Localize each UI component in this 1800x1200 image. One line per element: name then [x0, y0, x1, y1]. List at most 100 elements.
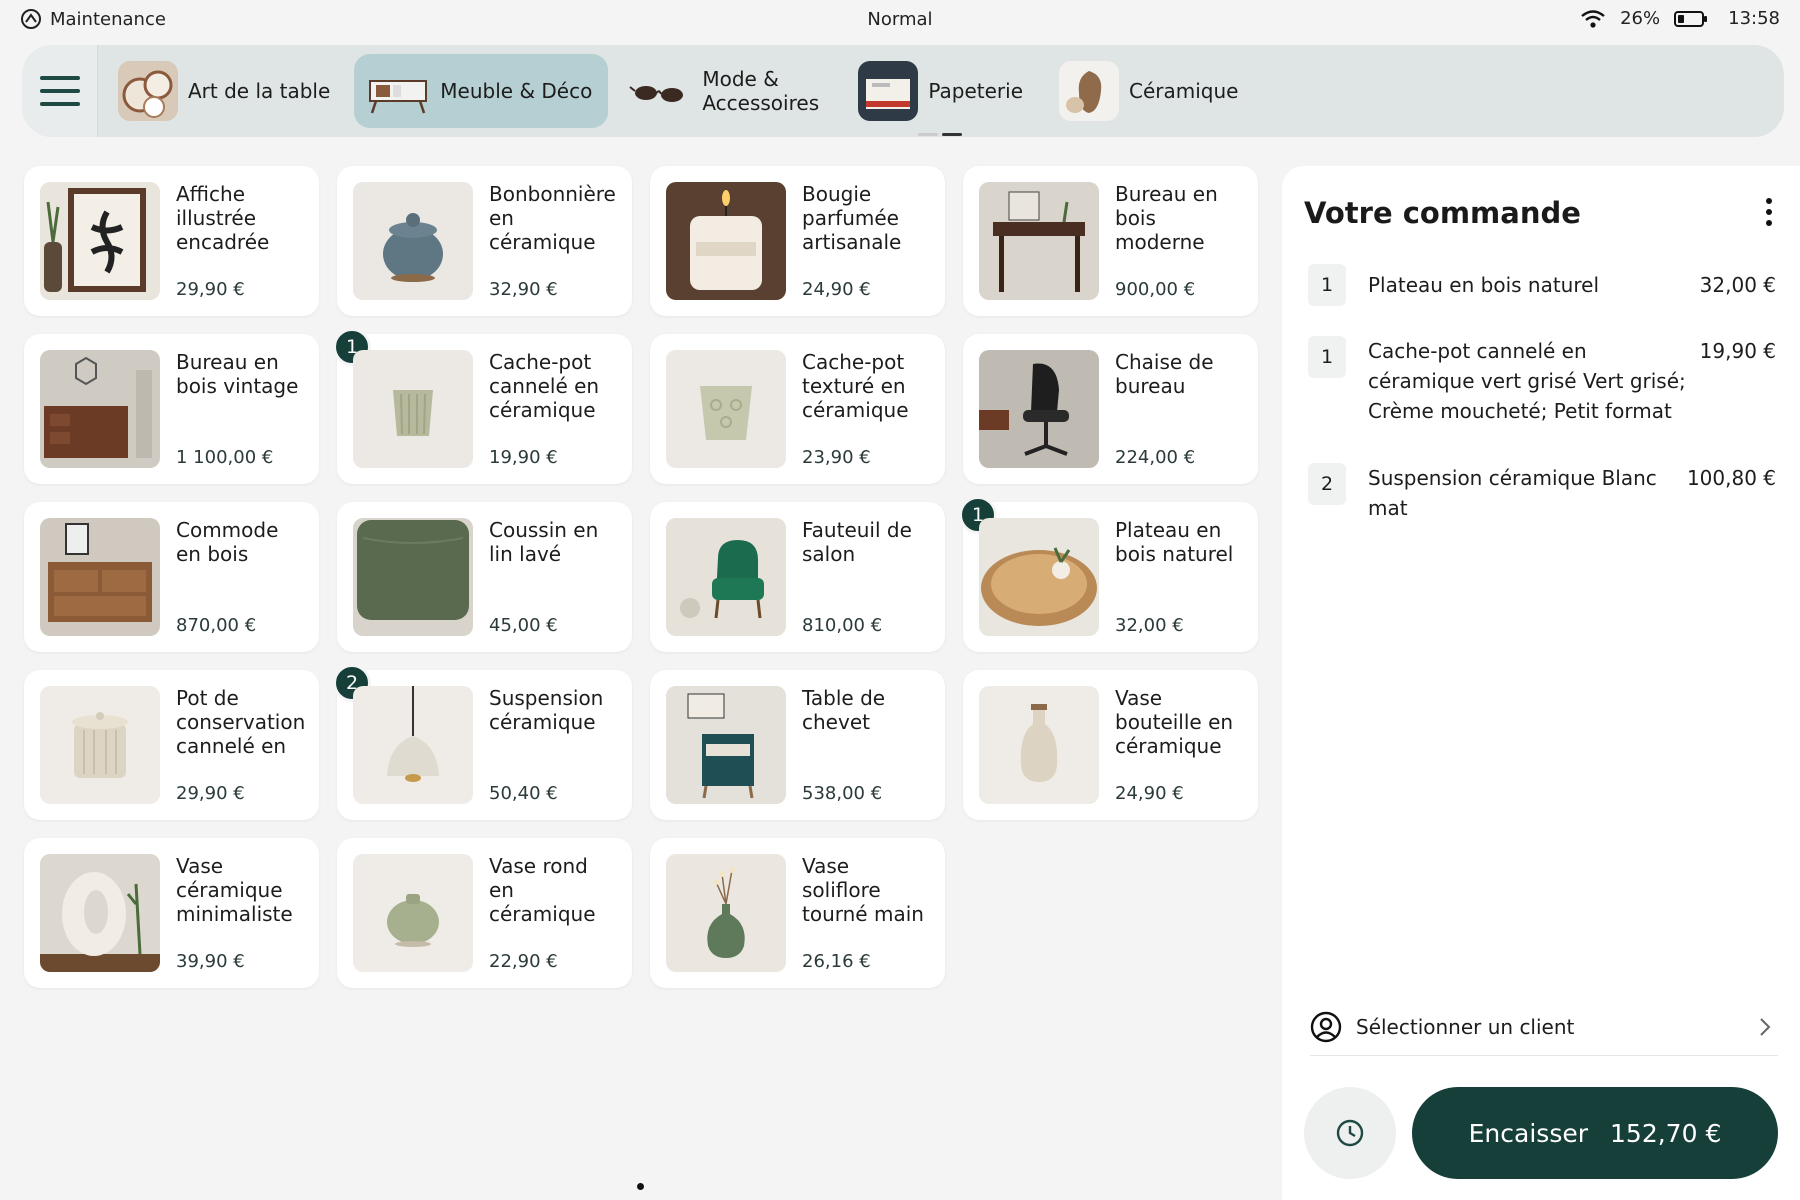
hamburger-menu-button[interactable]: [22, 45, 98, 137]
page-indicator: [637, 1183, 644, 1190]
product-name: Vase bouteille en céramique: [1115, 686, 1234, 758]
product-name: Vase céramique minimaliste: [176, 854, 293, 926]
category-papeterie[interactable]: Papeterie: [846, 54, 1039, 128]
product-price: 810,00 €: [802, 615, 883, 636]
clock-icon: [1336, 1119, 1364, 1147]
order-line-price: 19,90 €: [1699, 339, 1776, 363]
user-circle-icon: [1310, 1011, 1342, 1042]
product-image: [666, 182, 786, 300]
category-label: Art de la table: [188, 79, 331, 103]
product-name: Plateau en bois naturel: [1115, 518, 1234, 566]
category-thumbnail: [366, 61, 430, 121]
product-card[interactable]: Bonbonnière en céramique 32,90 €: [337, 166, 632, 316]
product-name: Cache-pot cannelé en céramique: [489, 350, 600, 422]
product-price: 23,90 €: [802, 447, 871, 468]
product-name: Cache-pot texturé en céramique: [802, 350, 909, 422]
product-card[interactable]: Vase soliflore tourné main 26,16 €: [650, 838, 945, 988]
order-line-name: Suspension céramique Blanc mat: [1368, 466, 1657, 520]
product-image: [979, 518, 1099, 636]
product-card[interactable]: Commode en bois 870,00 €: [24, 502, 319, 652]
order-line-qty: 1: [1308, 336, 1346, 378]
product-image: [666, 854, 786, 972]
category-mode-accessoires[interactable]: Mode & Accessoires: [616, 54, 838, 128]
more-options-icon[interactable]: [1766, 198, 1772, 226]
order-line[interactable]: 1 Cache-pot cannelé en céramique vert gr…: [1308, 336, 1776, 426]
product-image: [666, 686, 786, 804]
product-card[interactable]: 1 Cache-pot cannelé en céramique 19,90 €: [333, 328, 632, 484]
history-button[interactable]: [1304, 1087, 1396, 1179]
category-art-de-la-table[interactable]: Art de la table: [106, 54, 346, 128]
product-image: [40, 518, 160, 636]
product-price: 39,90 €: [176, 951, 245, 972]
product-image: [40, 350, 160, 468]
product-price: 29,90 €: [176, 783, 245, 804]
product-price: 900,00 €: [1115, 279, 1196, 300]
status-bar: Maintenance Normal 26% 13:58: [0, 0, 1800, 40]
product-card[interactable]: Bureau en bois vintage 1 100,00 €: [24, 334, 319, 484]
product-name: Fauteuil de salon: [802, 518, 912, 566]
order-line-price: 32,00 €: [1699, 273, 1776, 297]
wifi-icon: [1581, 9, 1605, 28]
product-card[interactable]: Chaise de bureau 224,00 €: [963, 334, 1258, 484]
product-image: [353, 854, 473, 972]
product-price: 32,90 €: [489, 279, 558, 300]
category-thumbnail: [628, 61, 692, 121]
product-price: 224,00 €: [1115, 447, 1196, 468]
category-meuble-deco[interactable]: Meuble & Déco: [354, 54, 609, 128]
product-card[interactable]: Bureau en bois moderne 900,00 €: [963, 166, 1258, 316]
product-price: 538,00 €: [802, 783, 883, 804]
order-title: Votre commande: [1304, 196, 1581, 230]
category-thumbnail: [858, 61, 919, 121]
product-card[interactable]: Fauteuil de salon 810,00 €: [650, 502, 945, 652]
product-card[interactable]: Cache-pot texturé en céramique 23,90 €: [650, 334, 945, 484]
product-price: 19,90 €: [489, 447, 558, 468]
product-card[interactable]: Pot de conservation cannelé en 29,90 €: [24, 670, 319, 820]
product-price: 45,00 €: [489, 615, 558, 636]
product-name: Commode en bois: [176, 518, 279, 566]
category-label: Céramique: [1129, 79, 1239, 103]
category-thumbnail: [118, 61, 178, 121]
order-line[interactable]: 1 Plateau en bois naturel 32,00 €: [1308, 264, 1776, 306]
category-ceramique[interactable]: Céramique: [1047, 54, 1254, 128]
battery-percent: 26%: [1620, 8, 1661, 29]
product-card[interactable]: Bougie parfumée artisanale 24,90 €: [650, 166, 945, 316]
product-image: [353, 350, 473, 468]
product-image: [666, 350, 786, 468]
order-line[interactable]: 2 Suspension céramique Blanc mat 100,80 …: [1308, 463, 1776, 523]
product-card[interactable]: Vase céramique minimaliste 39,90 €: [24, 838, 319, 988]
product-image: [979, 350, 1099, 468]
product-name: Vase rond en céramique: [489, 854, 596, 926]
order-line-name: Plateau en bois naturel: [1368, 273, 1600, 297]
product-name: Pot de conservation cannelé en: [176, 686, 306, 758]
product-image: [353, 182, 473, 300]
product-card[interactable]: 1 Plateau en bois naturel 32,00 €: [959, 496, 1258, 652]
order-line-name: Cache-pot cannelé en céramique vert gris…: [1368, 339, 1686, 423]
product-image: [666, 518, 786, 636]
product-name: Suspension céramique: [489, 686, 604, 734]
product-card[interactable]: Vase rond en céramique 22,90 €: [337, 838, 632, 988]
product-price: 50,40 €: [489, 783, 558, 804]
product-name: Table de chevet: [802, 686, 886, 734]
product-card[interactable]: Coussin en lin lavé 45,00 €: [337, 502, 632, 652]
product-name: Vase soliflore tourné main: [802, 854, 924, 926]
product-card[interactable]: Affiche illustrée encadrée 29,90 €: [24, 166, 319, 316]
order-line-price: 100,80 €: [1686, 466, 1776, 490]
category-label: Papeterie: [928, 79, 1023, 103]
product-image: [40, 686, 160, 804]
product-card[interactable]: Table de chevet 538,00 €: [650, 670, 945, 820]
category-bar: Art de la table Meuble & Déco Mode & Acc…: [22, 45, 1784, 137]
product-card[interactable]: Vase bouteille en céramique 24,90 €: [963, 670, 1258, 820]
category-scroll-indicator: [918, 133, 962, 136]
clock: 13:58: [1728, 8, 1780, 29]
product-price: 24,90 €: [1115, 783, 1184, 804]
product-price: 29,90 €: [176, 279, 245, 300]
mode-label: Normal: [867, 9, 933, 30]
select-client-button[interactable]: Sélectionner un client: [1310, 998, 1778, 1056]
product-name: Chaise de bureau: [1115, 350, 1214, 398]
product-card[interactable]: 2 Suspension céramique 50,40 €: [333, 664, 632, 820]
category-label: Mode & Accessoires: [702, 67, 820, 115]
checkout-button[interactable]: Encaisser 152,70 €: [1412, 1087, 1778, 1179]
product-image: [40, 854, 160, 972]
product-name: Bougie parfumée artisanale: [802, 182, 902, 254]
product-image: [979, 182, 1099, 300]
